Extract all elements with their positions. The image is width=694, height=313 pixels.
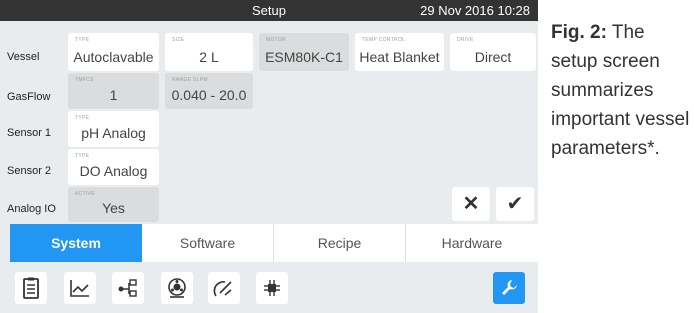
close-icon: ✕ [462, 193, 480, 215]
field-value: ESM80K-C1 [265, 49, 343, 65]
field-value: 2 L [199, 49, 219, 65]
vessel-type-field[interactable]: TYPE Autoclavable [68, 33, 159, 71]
figure-caption-label: Fig. 2: [551, 22, 607, 43]
datetime-display: 29 Nov 2016 10:28 [420, 3, 530, 18]
field-value: pH Analog [81, 125, 146, 141]
field-value: DO Analog [79, 163, 148, 179]
field-caption: MOTOR [266, 37, 287, 43]
field-value: Yes [102, 200, 125, 216]
analog-io-active-field: ACTIVE Yes [68, 187, 159, 222]
setup-screen: Setup 29 Nov 2016 10:28 Vessel TYPE Auto… [0, 0, 538, 313]
checkmark-icon: ✔ [506, 193, 524, 215]
network-icon [118, 279, 137, 297]
field-caption: TYPE [75, 115, 90, 121]
setup-wrench-button[interactable] [493, 272, 525, 304]
title-bar: Setup 29 Nov 2016 10:28 [0, 0, 538, 21]
clipboard-button[interactable] [15, 272, 47, 304]
field-caption: SIZE [172, 37, 185, 43]
figure-caption: Fig. 2: The setup screen summarizes impo… [551, 18, 691, 163]
cancel-button[interactable]: ✕ [452, 187, 490, 221]
row-label-sensor-2: Sensor 2 [7, 165, 52, 177]
chip-icon [264, 280, 280, 296]
vessel-drive-field[interactable]: DRIVE Direct [450, 33, 536, 71]
sensor-1-type-field[interactable]: TYPE pH Analog [68, 111, 159, 147]
vessel-temp-control-field[interactable]: TEMP CONTROL Heat Blanket [355, 33, 444, 71]
row-label-analog-io: Analog IO [7, 203, 56, 215]
field-value: 0.040 - 20.0 [171, 87, 247, 103]
confirm-button[interactable]: ✔ [496, 187, 534, 221]
gasflow-tmfcs-field: TMFCS 1 [68, 73, 159, 109]
field-value: Direct [474, 49, 512, 65]
gauge-icon [213, 281, 232, 297]
field-caption: RANGE SLPM [172, 77, 208, 83]
field-caption: TMFCS [75, 77, 94, 83]
wrench-icon [502, 280, 517, 295]
field-value: Heat Blanket [359, 49, 440, 65]
vessel-motor-field: MOTOR ESM80K-C1 [259, 33, 349, 71]
row-label-gasflow: GasFlow [7, 91, 51, 103]
row-label-vessel: Vessel [7, 51, 40, 63]
network-button[interactable] [112, 272, 144, 304]
pump-button[interactable] [161, 272, 193, 304]
trend-chart-icon [70, 280, 89, 297]
row-label-sensor-1: Sensor 1 [7, 127, 52, 139]
gasflow-range-field: RANGE SLPM 0.040 - 20.0 [165, 73, 253, 109]
field-caption: DRIVE [457, 37, 474, 43]
pump-icon [168, 278, 186, 298]
tab-hardware[interactable]: Hardware [406, 224, 538, 262]
sensor-2-type-field[interactable]: TYPE DO Analog [68, 149, 159, 185]
bottom-toolbar [0, 262, 538, 313]
trend-button[interactable] [64, 272, 96, 304]
chip-button[interactable] [256, 272, 288, 304]
field-value: 1 [109, 87, 118, 103]
field-caption: TYPE [75, 37, 90, 43]
clipboard-icon [23, 277, 39, 299]
field-value: Autoclavable [73, 49, 154, 65]
gauge-button[interactable] [208, 272, 240, 304]
section-tabs: System Software Recipe Hardware [10, 224, 538, 262]
tab-software[interactable]: Software [142, 224, 274, 262]
tab-system[interactable]: System [10, 224, 142, 262]
field-caption: TYPE [75, 153, 90, 159]
field-caption: ACTIVE [75, 191, 95, 197]
field-caption: TEMP CONTROL [362, 37, 406, 43]
vessel-size-field[interactable]: SIZE 2 L [165, 33, 253, 71]
tab-recipe[interactable]: Recipe [274, 224, 406, 262]
